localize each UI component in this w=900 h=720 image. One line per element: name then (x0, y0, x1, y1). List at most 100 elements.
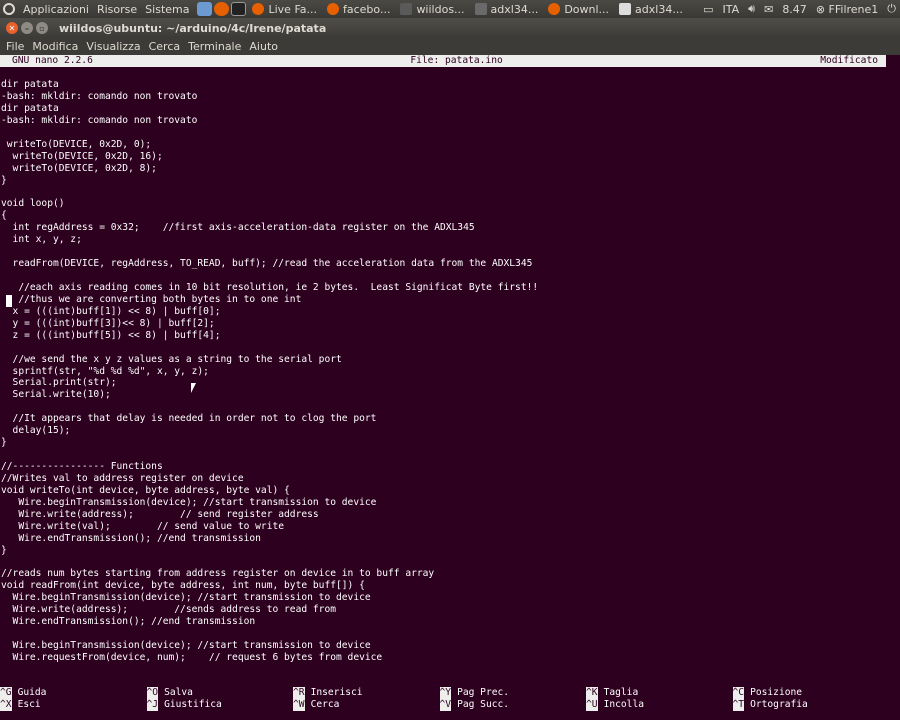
close-icon[interactable]: ✕ (6, 22, 18, 34)
shortcut-label: Guida (17, 687, 47, 698)
task-4[interactable]: Downl... (548, 3, 609, 16)
task-label: Live Fa... (268, 2, 317, 16)
top-panel: Applicazioni Risorse Sistema Live Fa... … (0, 0, 900, 18)
nano-shortcuts: ^G Guida ^O Salva ^R Inserisci ^Y Pag Prec. ^K Ta… (0, 687, 886, 715)
user-menu[interactable]: ⊗ FFilrene1 (816, 3, 878, 16)
editor-line: //Writes val to address register on devi… (1, 472, 244, 484)
task-0[interactable]: Live Fa... (252, 3, 317, 16)
editor-line: dir patata (1, 102, 59, 114)
window-titlebar[interactable]: ✕ – ▫ wiildos@ubuntu: ~/arduino/4c/Irene… (0, 18, 900, 38)
shortcut-key: ^W (293, 699, 305, 711)
menu-modifica[interactable]: Modifica (32, 40, 78, 53)
shortcut-label: Cerca (310, 699, 340, 710)
editor-text[interactable]: dir patata -bash: mkldir: comando non tro… (1, 79, 886, 664)
menu-aiuto[interactable]: Aiuto (249, 40, 278, 53)
shortcut-key: ^U (586, 699, 598, 711)
editor-line: //each axis reading comes in 10 bit reso… (1, 281, 539, 293)
menu-sistema[interactable]: Sistema (145, 3, 189, 16)
terminal-area[interactable]: GNU nano 2.2.6 File: patata.ino Modifica… (0, 55, 900, 720)
network-icon[interactable]: ▭ (703, 3, 713, 16)
editor-line: int regAddress = 0x32; //first axis-acce… (1, 222, 475, 234)
editor-line: //It appears that delay is needed in ord… (1, 413, 377, 425)
minimize-icon[interactable]: – (21, 22, 33, 34)
editor-line: Wire.write(address); //sends address to … (1, 604, 337, 616)
clock[interactable]: 8.47 (782, 3, 807, 16)
shortcut-label: Posizione (750, 687, 803, 698)
firefox-launcher-icon[interactable] (214, 2, 230, 16)
menu-file[interactable]: File (6, 40, 24, 53)
shortcut-label: Incolla (603, 699, 644, 710)
shortcut-item: ^R Inserisci (293, 687, 440, 699)
editor-line: Wire.write(address); // send register ad… (1, 508, 319, 520)
user-name: FFilrene1 (828, 2, 879, 16)
editor-line: { (1, 210, 7, 222)
scrollbar[interactable] (886, 55, 900, 720)
nano-status: Modificato (820, 55, 878, 66)
editor-line: Wire.endTransmission(); //end transmissi… (1, 532, 261, 544)
task-3[interactable]: adxl34... (474, 2, 539, 16)
task-5[interactable]: adxl34... (619, 3, 683, 16)
editor-line: } (1, 437, 7, 449)
editor-line: } (1, 544, 7, 556)
shortcut-label: Pag Succ. (457, 699, 510, 710)
settings-launcher-icon[interactable] (197, 2, 213, 16)
editor-line: -bash: mkldir: comando non trovato (1, 114, 198, 126)
editor-line: Wire.requestFrom(device, num); // reques… (1, 652, 383, 663)
shortcut-item: ^W Cerca (293, 699, 440, 711)
system-tray: ▭ ITA 🔊︎ ✉ 8.47 ⊗ FFilrene1 ⏻ (703, 2, 900, 16)
editor-line: dir patata (1, 79, 59, 90)
firefox-icon (327, 3, 339, 15)
task-label: Downl... (564, 2, 610, 16)
editor-line: void readFrom(int device, byte address, … (1, 580, 365, 592)
editor-line: void writeTo(int device, byte address, b… (1, 484, 290, 496)
ubuntu-logo-icon (3, 3, 15, 15)
editor-line: Serial.write(10); (1, 389, 111, 401)
user-icon: ⊗ (815, 2, 826, 16)
menu-terminale[interactable]: Terminale (188, 40, 241, 53)
editor-line: //---------------- Functions (1, 461, 163, 472)
task-label: adxl34... (490, 2, 539, 16)
maximize-icon[interactable]: ▫ (36, 22, 48, 34)
terminal-launcher-icon[interactable] (231, 2, 247, 16)
menu-risorse[interactable]: Risorse (97, 3, 137, 16)
editor-line: Serial.print(str); (1, 377, 117, 389)
shortcut-label: Salva (164, 687, 193, 698)
firefox-icon (252, 3, 265, 15)
menu-cerca[interactable]: Cerca (149, 40, 181, 53)
editor-line: z = (((int)buff[5]) << 8) | buff[4]; (1, 329, 221, 341)
editor-line: Wire.write(val); // send value to write (1, 520, 285, 532)
menu-applicazioni[interactable]: Applicazioni (23, 3, 89, 16)
shortcut-item: ^X Esci (0, 699, 147, 711)
nano-filename: File: patata.ino (410, 55, 503, 66)
mail-icon[interactable]: ✉ (764, 3, 773, 16)
shortcut-item: ^O Salva (146, 687, 294, 699)
editor-line: //reads num bytes starting from address … (1, 568, 435, 580)
task-1[interactable]: facebo... (327, 3, 390, 16)
task-label: adxl34... (635, 2, 683, 16)
power-icon[interactable]: ⏻ (887, 2, 896, 16)
shortcut-item: ^V Pag Succ. (439, 699, 587, 711)
task-label: wiildos... (416, 2, 465, 16)
firefox-icon (548, 3, 561, 15)
keyboard-layout[interactable]: ITA (723, 3, 740, 16)
terminal-menubar: File Modifica Visualizza Cerca Terminale… (0, 38, 900, 55)
shortcut-label: Giustifica (164, 699, 222, 710)
task-label: facebo... (343, 2, 391, 16)
shortcut-label: Ortografia (750, 699, 808, 710)
shortcut-key: ^J (146, 699, 159, 711)
shortcut-item: ^C Posizione (732, 687, 880, 699)
menu-visualizza[interactable]: Visualizza (86, 40, 140, 53)
editor-line: sprintf(str, "%d %d %d", x, y, z); (1, 365, 209, 377)
nano-header: GNU nano 2.2.6 File: patata.ino Modifica… (0, 55, 886, 67)
task-2[interactable]: wiildos... (400, 2, 465, 16)
shortcut-item: ^J Giustifica (146, 699, 294, 711)
volume-icon[interactable]: 🔊︎ (748, 2, 755, 16)
shortcut-key: ^K (586, 687, 598, 699)
